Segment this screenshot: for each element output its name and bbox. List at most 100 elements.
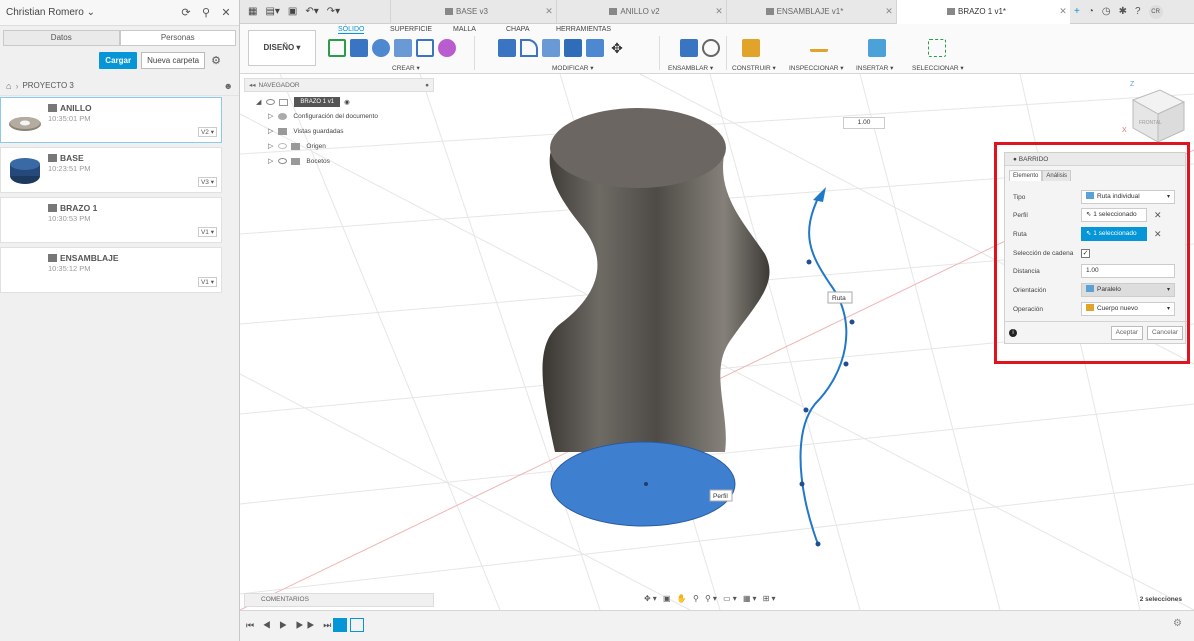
clear-perfil-icon[interactable]: ✕ <box>1154 210 1162 221</box>
refresh-icon[interactable]: ⟳ <box>179 6 193 19</box>
redo-icon[interactable]: ↷▾ <box>327 6 340 17</box>
shell-icon[interactable] <box>542 39 560 57</box>
fillet-icon[interactable] <box>520 39 538 57</box>
timeline-controls[interactable]: ⏮ ◀ ▶ ▶▶ ⏭ <box>246 620 334 631</box>
upload-button[interactable]: Cargar <box>99 52 138 69</box>
sweep-dialog-title[interactable]: ● BARRIDO <box>1005 153 1185 166</box>
look-at-icon[interactable]: ▣ <box>663 594 673 603</box>
close-icon[interactable]: ✕ <box>882 6 896 17</box>
orientacion-select[interactable]: Paralelo ▾ <box>1081 283 1175 297</box>
pan-icon[interactable]: ✋ <box>677 594 689 603</box>
user-menu[interactable]: Christian Romero ⌄ <box>6 7 173 18</box>
group-label-insertar[interactable]: INSERTAR ▾ <box>856 64 893 72</box>
extensions-icon[interactable]: ◔ <box>1088 6 1094 17</box>
caret-right-icon[interactable]: ▷ <box>268 142 273 150</box>
browser-item-sketches[interactable]: ▷ Bocetos <box>268 157 330 165</box>
insert-image-icon[interactable] <box>868 39 886 57</box>
browser-panel-header[interactable]: ◂◂ NAVEGADOR ● <box>244 78 434 92</box>
fit-icon[interactable]: ⚲▾ <box>705 594 719 603</box>
caret-right-icon[interactable]: ▷ <box>268 127 273 135</box>
comments-panel-header[interactable]: COMENTARIOS <box>244 593 434 607</box>
chain-selection-checkbox[interactable]: ✓ <box>1081 248 1090 258</box>
tab-datos[interactable]: Datos <box>3 30 120 46</box>
offset-plane-icon[interactable] <box>742 39 760 57</box>
caret-right-icon[interactable]: ▷ <box>268 112 273 120</box>
grid-settings-icon[interactable]: ▦▾ <box>743 594 759 603</box>
tab-personas[interactable]: Personas <box>119 30 236 46</box>
file-item-base[interactable]: BASE 10:23:51 PM V3 ▾ <box>0 147 222 193</box>
new-sketch-icon[interactable] <box>328 39 346 57</box>
viewports-icon[interactable]: ⊞▾ <box>763 594 778 603</box>
group-label-inspeccionar[interactable]: INSPECCIONAR ▾ <box>789 64 844 72</box>
add-tab-icon[interactable]: + <box>1074 6 1080 17</box>
operacion-select[interactable]: Cuerpo nuevo ▾ <box>1081 302 1175 316</box>
sweep-path[interactable] <box>799 193 848 545</box>
group-label-crear[interactable]: CREAR ▾ <box>392 64 420 72</box>
loft-icon[interactable] <box>416 39 434 57</box>
tab-solido[interactable]: SÓLIDO <box>338 26 365 34</box>
group-label-modificar[interactable]: MODIFICAR ▾ <box>552 64 594 72</box>
tab-elemento[interactable]: Elemento <box>1009 170 1043 181</box>
tab-superficie[interactable]: SUPERFICIE <box>390 26 432 33</box>
pin-icon[interactable]: ● <box>425 82 429 89</box>
tab-analisis[interactable]: Análisis <box>1042 170 1072 181</box>
tab-brazo[interactable]: BRAZO 1 v1* ✕ <box>896 0 1070 24</box>
tab-ensamblaje[interactable]: ENSAMBLAJE v1* ✕ <box>726 0 896 24</box>
accept-button[interactable]: Aceptar <box>1110 325 1143 340</box>
group-label-seleccionar[interactable]: SELECCIONAR ▾ <box>912 64 964 72</box>
sweep-icon[interactable] <box>394 39 412 57</box>
version-badge[interactable]: V2 ▾ <box>197 127 217 137</box>
save-icon[interactable]: ▣ <box>288 6 297 17</box>
orbit-icon[interactable]: ✥▾ <box>644 594 659 603</box>
ruta-selector[interactable]: ⇖ 1 seleccionado <box>1081 227 1147 241</box>
breadcrumb-project[interactable]: PROYECTO 3 <box>22 81 223 90</box>
browser-item-settings[interactable]: ▷ Configuración del documento <box>268 112 378 120</box>
browser-root[interactable]: ◢ BRAZO 1 v1 ◉ <box>256 97 350 107</box>
version-badge[interactable]: V3 ▾ <box>197 177 217 187</box>
version-badge[interactable]: V1 ▾ <box>197 277 217 287</box>
browser-item-origin[interactable]: ▷ Origen <box>268 142 326 150</box>
search-icon[interactable]: ⚲ <box>199 6 213 19</box>
undo-icon[interactable]: ↶▾ <box>305 6 318 17</box>
workspace-switcher[interactable]: DISEÑO ▾ <box>248 30 316 66</box>
notifications-icon[interactable]: ✱ <box>1119 6 1127 17</box>
timeline-sweep-marker[interactable] <box>350 618 364 632</box>
cancel-button[interactable]: Cancelar <box>1146 325 1183 340</box>
press-pull-icon[interactable] <box>498 39 516 57</box>
home-icon[interactable]: ⌂ <box>6 81 11 91</box>
new-component-icon[interactable] <box>680 39 698 57</box>
select-icon[interactable] <box>928 39 946 57</box>
browser-item-views[interactable]: ▷ Vistas guardadas <box>268 127 344 135</box>
file-item-ensamblaje[interactable]: ENSAMBLAJE 10:35:12 PM V1 ▾ <box>0 247 222 293</box>
profile-face[interactable] <box>550 441 736 527</box>
sweep-body[interactable] <box>542 150 770 452</box>
new-folder-button[interactable]: Nueva carpeta <box>141 52 206 69</box>
tab-anillo[interactable]: ANILLO v2 ✕ <box>556 0 726 24</box>
split-icon[interactable] <box>586 39 604 57</box>
joint-icon[interactable] <box>702 39 720 57</box>
caret-down-icon[interactable]: ◢ <box>256 98 261 106</box>
info-icon[interactable]: i <box>1009 328 1017 337</box>
gear-icon[interactable]: ⚙ <box>211 54 221 67</box>
distancia-input[interactable]: 1.00 <box>1081 264 1175 278</box>
tab-malla[interactable]: MALLA <box>453 26 476 33</box>
caret-right-icon[interactable]: ▷ <box>268 157 273 165</box>
top-face[interactable] <box>550 108 726 188</box>
file-item-brazo[interactable]: BRAZO 1 10:30:53 PM V1 ▾ <box>0 197 222 243</box>
eye-icon[interactable] <box>278 158 288 164</box>
move-icon[interactable]: ✥ <box>608 39 626 57</box>
help-icon[interactable]: ? <box>1135 6 1141 17</box>
clock-icon[interactable]: ◷ <box>1102 6 1111 17</box>
file-icon[interactable]: ▤▾ <box>265 6 279 17</box>
tab-base[interactable]: BASE v3 ✕ <box>390 0 556 24</box>
gear-icon[interactable]: ⚙ <box>1173 618 1182 629</box>
close-icon[interactable]: ✕ <box>219 6 233 19</box>
avatar[interactable]: CR <box>1148 4 1163 19</box>
close-icon[interactable]: ✕ <box>1056 6 1070 17</box>
eye-icon[interactable] <box>266 99 276 105</box>
display-settings-icon[interactable]: ▭▾ <box>723 594 739 603</box>
tab-chapa[interactable]: CHAPA <box>506 26 530 33</box>
activate-icon[interactable]: ◉ <box>344 98 350 106</box>
extrude-icon[interactable] <box>350 39 368 57</box>
zoom-icon[interactable]: ⚲ <box>693 594 701 603</box>
